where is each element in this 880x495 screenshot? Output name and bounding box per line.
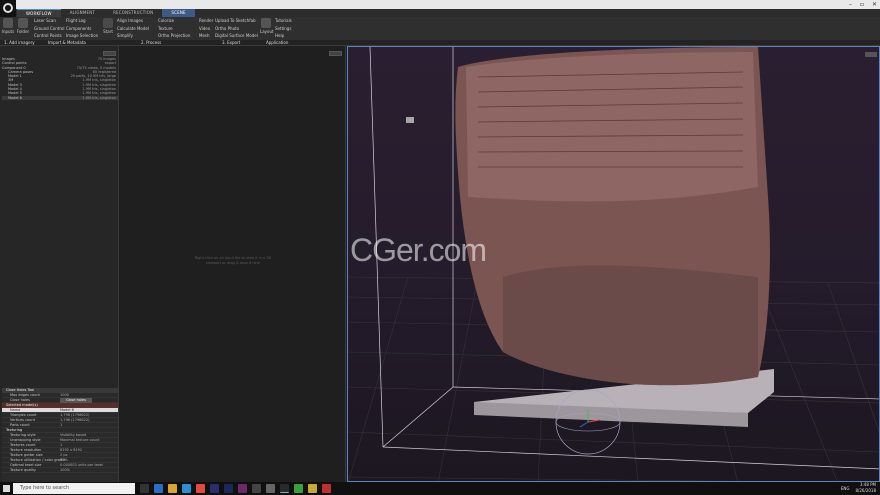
app-icon[interactable] — [322, 484, 331, 493]
colorize-button[interactable]: Colorize — [158, 18, 174, 23]
minimize-icon[interactable]: – — [849, 0, 852, 9]
video-button[interactable]: Video — [199, 26, 210, 31]
simplify-button[interactable]: Simplify — [117, 33, 133, 38]
start-button[interactable]: Start — [102, 18, 114, 34]
task-view-icon[interactable] — [140, 484, 149, 493]
project-tree: Images 75 images Control points export Com… — [2, 57, 118, 100]
tree-item[interactable]: Model 6 1.9M tris, singleton — [2, 95, 118, 100]
watermark: CGer.com — [350, 232, 487, 268]
close-icon[interactable]: ✕ — [872, 0, 877, 9]
folder-icon[interactable] — [168, 484, 177, 493]
texture-button[interactable]: Texture — [158, 26, 173, 31]
prop-row[interactable]: Texture quality 100% — [2, 468, 118, 473]
taskbar-apps — [140, 484, 331, 493]
maximize-icon[interactable]: ▫ — [860, 0, 864, 9]
store-icon[interactable] — [182, 484, 191, 493]
app-icon[interactable] — [308, 484, 317, 493]
title-bar: – ▫ ✕ — [0, 0, 880, 9]
panel-menu-button[interactable] — [329, 51, 342, 56]
help-button[interactable]: Help — [275, 33, 284, 38]
tutorials-button[interactable]: Tutorials — [275, 18, 292, 23]
logo-icon — [3, 3, 13, 13]
chrome-icon[interactable] — [196, 484, 205, 493]
ribbon: Inputs Folder Laser Scan Ground Control … — [0, 17, 880, 40]
taskbar: Type here to search ENG 3:48 PM 8/26/201… — [0, 482, 880, 495]
system-tray[interactable]: ENG 3:48 PM 8/26/2018 — [841, 482, 876, 495]
photoshop-icon[interactable] — [224, 484, 233, 493]
inputs-button[interactable]: Inputs — [1, 18, 15, 34]
realitycapture-icon[interactable] — [280, 484, 289, 493]
settings-button[interactable]: Settings — [275, 26, 291, 31]
app-logo[interactable] — [0, 0, 16, 17]
inputs-icon — [3, 18, 13, 28]
mesh-button[interactable]: Mesh — [199, 33, 210, 38]
app-icon[interactable] — [294, 484, 303, 493]
folder-icon — [18, 18, 28, 28]
empty-viewport-hint: Right click on an input file to view it … — [194, 256, 272, 265]
layout-button[interactable]: Layout — [260, 18, 274, 34]
clock-date: 8/26/2018 — [855, 488, 876, 493]
render-button[interactable]: Render — [199, 18, 213, 23]
calculate-model-button[interactable]: Calculate Model — [117, 26, 149, 31]
2d-viewport[interactable]: Right click on an input file to view it … — [120, 46, 346, 482]
ortho-photo-button[interactable]: Ortho Photo — [215, 26, 239, 31]
layout-icon — [261, 18, 271, 28]
image-selection-button[interactable]: Image Selection — [66, 33, 98, 38]
language-indicator[interactable]: ENG — [841, 482, 850, 495]
properties-panel: Close Holes Tool Max edges count 1000 Clo… — [2, 388, 118, 482]
start-icon — [103, 18, 113, 28]
window-controls[interactable]: – ▫ ✕ — [849, 0, 877, 9]
dsm-button[interactable]: Digital Surface Model — [215, 33, 258, 38]
app-icon[interactable] — [252, 484, 261, 493]
app-icon[interactable] — [238, 484, 247, 493]
folder-button[interactable]: Folder — [16, 18, 30, 34]
upload-sketchfab-button[interactable]: Upload To Sketchfab — [215, 18, 256, 23]
app-icon[interactable] — [266, 484, 275, 493]
edge-icon[interactable] — [154, 484, 163, 493]
laser-scan-button[interactable]: Laser Scan — [34, 18, 56, 23]
windows-start-icon[interactable] — [3, 485, 10, 492]
control-points-button[interactable]: Control Points — [34, 33, 62, 38]
ribbon-tabs: WORKFLOW ALIGNMENT RECONSTRUCTION SCENE — [0, 0, 880, 18]
align-images-button[interactable]: Align Images — [117, 18, 143, 23]
premiere-icon[interactable] — [210, 484, 219, 493]
flight-log-button[interactable]: Flight Log — [66, 18, 86, 23]
ground-control-button[interactable]: Ground Control — [34, 26, 64, 31]
panel-menu-button[interactable] — [103, 51, 116, 56]
search-input[interactable]: Type here to search — [13, 483, 135, 494]
components-button[interactable]: Components — [66, 26, 91, 31]
ortho-projection-button[interactable]: Ortho Projection — [158, 33, 190, 38]
